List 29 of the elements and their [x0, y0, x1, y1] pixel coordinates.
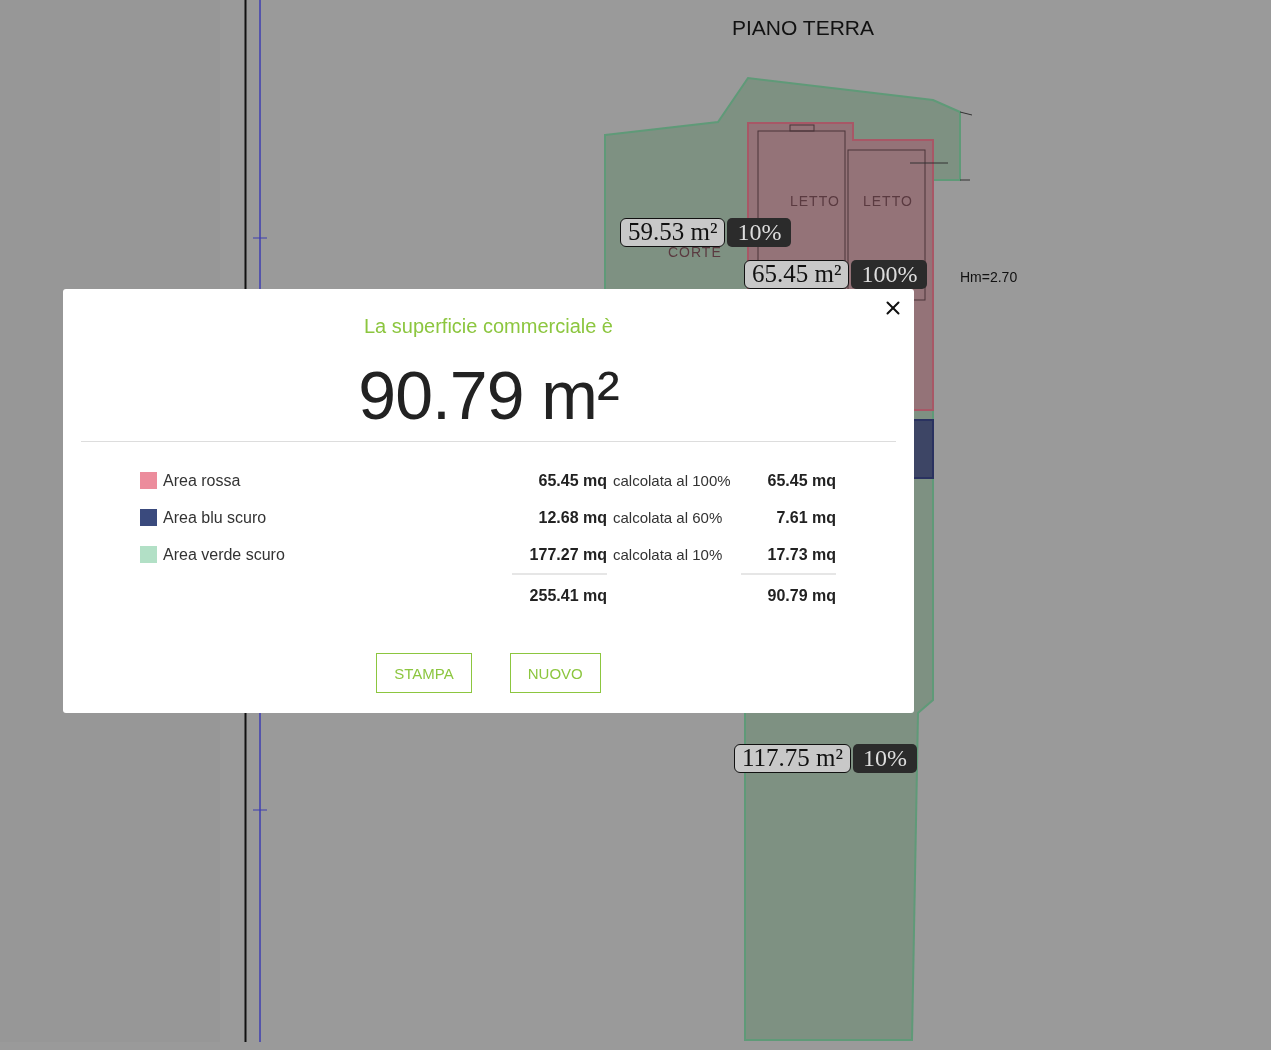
area-tag: 59.53 m² — [620, 218, 726, 247]
area-tag: 65.45 m² — [744, 260, 850, 289]
surface-value: 65.45 mq — [537, 470, 607, 491]
result-value: 17.73 mq — [766, 544, 836, 565]
print-button[interactable]: STAMPA — [376, 653, 472, 693]
area-name: Area rossa — [163, 471, 241, 490]
height-note: Hm=2.70 — [960, 269, 1018, 285]
area-tag: 117.75 m² — [734, 744, 851, 773]
rate-text: calcolata al 100% — [612, 471, 732, 491]
surface-total: 255.41 mq — [512, 573, 607, 617]
surface-value: 12.68 mq — [537, 507, 607, 528]
new-button[interactable]: NUOVO — [509, 653, 601, 693]
dialog-heading: La superficie commerciale è — [364, 314, 613, 339]
percent-tag: 100% — [851, 260, 928, 289]
result-total: 90.79 mq — [741, 573, 836, 617]
floor-title: PIANO TERRA — [731, 16, 875, 40]
result-value: 65.45 mq — [766, 470, 836, 491]
rate-text: calcolata al 10% — [612, 545, 724, 565]
rate-text: calcolata al 60% — [612, 508, 724, 528]
room-label: CORTE — [668, 244, 722, 260]
area-name: Area blu scuro — [163, 508, 267, 527]
percent-tag: 10% — [853, 744, 917, 773]
surface-value: 177.27 mq — [528, 544, 607, 565]
total-area: 90.79 m² — [358, 355, 619, 435]
area-name: Area verde scuro — [163, 545, 285, 564]
percent-tag: 10% — [727, 218, 792, 247]
room-label: LETTO — [863, 193, 913, 209]
room-label: LETTO — [790, 193, 840, 209]
result-value: 7.61 mq — [775, 507, 836, 528]
